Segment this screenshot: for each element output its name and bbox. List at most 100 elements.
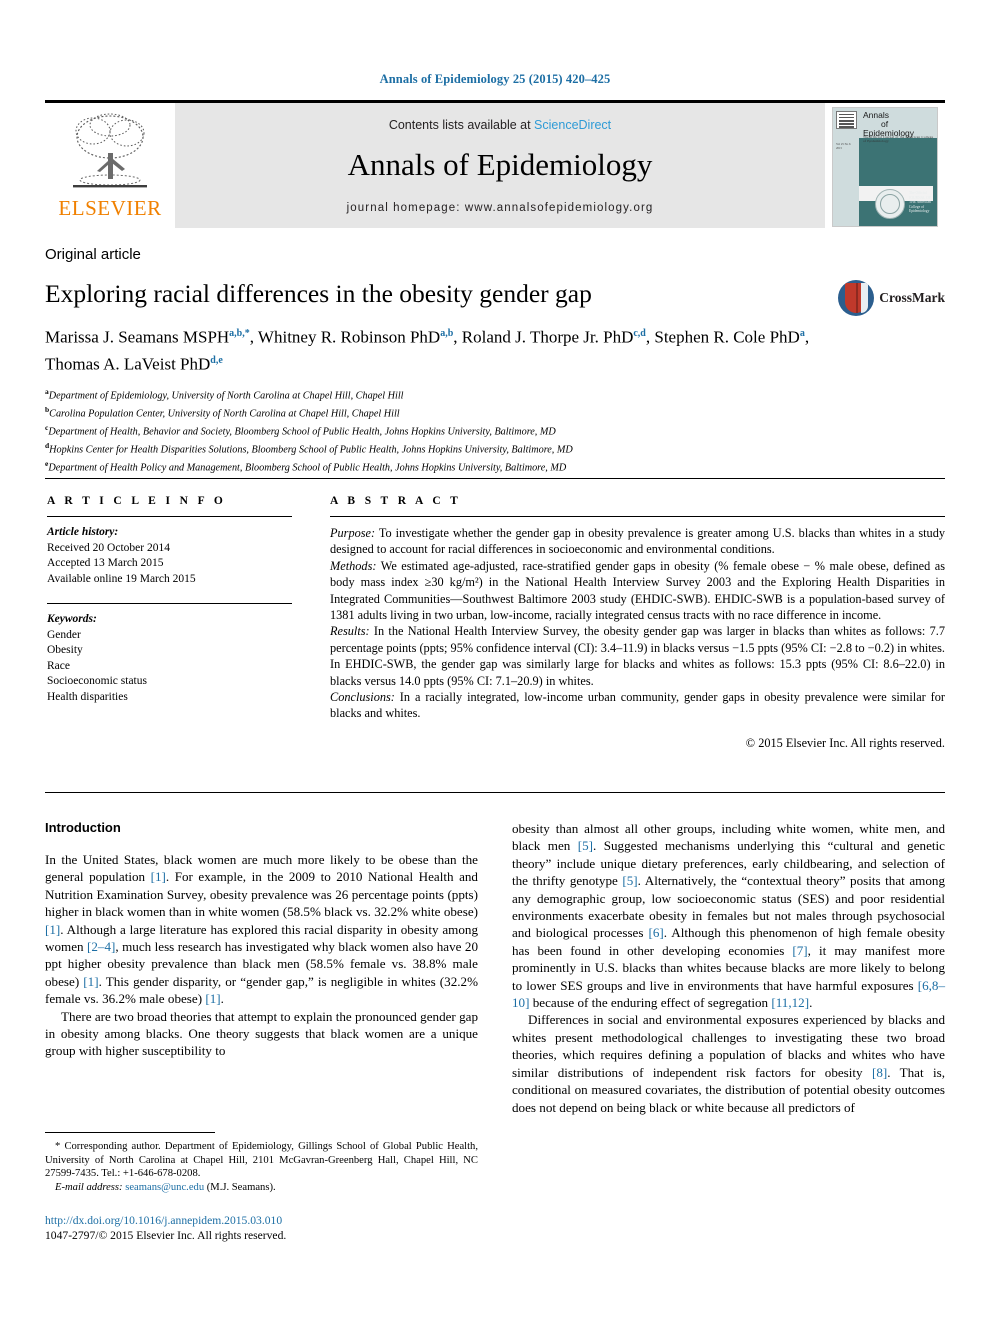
abstract-section-text: We estimated age-adjusted, race-stratifi… <box>330 558 945 623</box>
affiliation-text: Hopkins Center for Health Disparities So… <box>49 444 573 456</box>
abstract-section-text: In a racially integrated, low-income urb… <box>330 690 945 721</box>
abstract-section-label: Results: <box>330 624 370 639</box>
cover-title-line1: Annals <box>863 110 889 120</box>
keyword-item: Obesity <box>47 644 83 656</box>
paper-page: Annals of Epidemiology 25 (2015) 420–425… <box>0 0 990 1320</box>
article-history-lines: Received 20 October 2014 Accepted 13 Marc… <box>47 541 292 588</box>
journal-cover-thumbnail[interactable]: Annals of Epidemiology The Official Jour… <box>825 103 945 228</box>
email-note: E-mail address: seamans@unc.edu (M.J. Se… <box>45 1181 478 1195</box>
journal-masthead: ELSEVIER Contents lists available at Sci… <box>45 100 945 228</box>
footnote-block: * Corresponding author. Department of Ep… <box>45 1140 478 1194</box>
citation-link[interactable]: [11,12] <box>771 995 809 1010</box>
affiliation-text: Department of Epidemiology, University o… <box>48 390 404 402</box>
section-heading-introduction: Introduction <box>45 820 121 835</box>
body-paragraph: obesity than almost all other groups, in… <box>512 821 945 1011</box>
issn-copyright-line: 1047-2797/© 2015 Elsevier Inc. All right… <box>45 1229 287 1242</box>
abstract-rule <box>330 516 945 517</box>
article-history-label: Article history: <box>47 526 119 538</box>
abstract-column: A B S T R A C T Purpose: To investigate … <box>330 495 945 751</box>
journal-band: Contents lists available at ScienceDirec… <box>175 103 825 228</box>
elsevier-logo: ELSEVIER <box>45 103 175 228</box>
abstract-section-text: To investigate whether the gender gap in… <box>330 526 945 557</box>
article-history-item: Accepted 13 March 2015 <box>47 557 164 569</box>
crossmark-label: CrossMark <box>879 290 945 305</box>
affiliation-item: cDepartment of Health, Behavior and Soci… <box>45 421 945 439</box>
body-paragraph: Differences in social and environmental … <box>512 1012 945 1115</box>
citation-link[interactable]: [6,8–10] <box>512 978 945 1010</box>
citation-link[interactable]: [6] <box>648 925 663 940</box>
body-column-right: obesity than almost all other groups, in… <box>512 820 945 1116</box>
elsevier-tree-icon <box>73 113 147 188</box>
right-column-paragraphs: obesity than almost all other groups, in… <box>512 820 945 1116</box>
crossmark-badge[interactable]: CrossMark <box>838 280 945 316</box>
article-type-label: Original article <box>45 246 141 263</box>
affiliation-item: bCarolina Population Center, University … <box>45 403 945 421</box>
cover-art: Annals of Epidemiology The Official Jour… <box>832 107 938 227</box>
abstract-section-text: In the National Health Interview Survey,… <box>330 624 945 688</box>
affiliation-list: aDepartment of Epidemiology, University … <box>45 385 945 475</box>
corresponding-author-note: * Corresponding author. Department of Ep… <box>45 1141 478 1180</box>
affiliation-item: aDepartment of Epidemiology, University … <box>45 385 945 403</box>
cover-subtitle: The Official Journal of the American Col… <box>863 135 934 143</box>
abstract-section: Results: In the National Health Intervie… <box>330 623 945 689</box>
keywords-label: Keywords: <box>47 613 97 625</box>
abstract-section-label: Conclusions: <box>330 690 395 705</box>
cover-volume-text: Vol 25 No 6 2015 <box>836 142 851 150</box>
abstract-bottom-rule <box>45 792 945 793</box>
citation-link[interactable]: [1] <box>151 869 166 884</box>
left-column-paragraphs: In the United States, black women are mu… <box>45 851 478 1060</box>
article-history-item: Available online 19 March 2015 <box>47 572 196 585</box>
cover-seal-icon <box>875 189 905 219</box>
affiliation-text: Carolina Population Center, University o… <box>49 408 400 420</box>
contents-available-line: Contents lists available at ScienceDirec… <box>389 118 611 132</box>
cover-publisher-icon <box>836 111 857 129</box>
body-paragraph: There are two broad theories that attemp… <box>45 1008 478 1059</box>
keywords-rule <box>47 603 292 604</box>
citation-link[interactable]: [5] <box>578 838 593 853</box>
citation-link[interactable]: [7] <box>792 943 807 958</box>
abstract-copyright: © 2015 Elsevier Inc. All rights reserved… <box>745 735 945 750</box>
affiliation-item: eDepartment of Health Policy and Managem… <box>45 457 945 475</box>
keyword-item: Race <box>47 659 70 672</box>
cover-title: Annals of Epidemiology <box>863 111 914 138</box>
sciencedirect-link[interactable]: ScienceDirect <box>534 118 611 132</box>
footnote-rule <box>45 1132 215 1133</box>
keyword-item: Gender <box>47 628 81 641</box>
page-title: Exploring racial differences in the obes… <box>45 279 592 308</box>
elsevier-wordmark: ELSEVIER <box>58 196 162 220</box>
abstract-top-rule <box>45 478 945 479</box>
abstract-section: Purpose: To investigate whether the gend… <box>330 525 945 558</box>
citation-link[interactable]: [1] <box>83 974 98 989</box>
affiliation-item: dHopkins Center for Health Disparities S… <box>45 439 945 457</box>
running-head: Annals of Epidemiology 25 (2015) 420–425 <box>379 72 611 86</box>
body-paragraph: In the United States, black women are mu… <box>45 852 478 1007</box>
abstract-heading: A B S T R A C T <box>330 495 462 507</box>
abstract-section-label: Methods: <box>330 558 377 573</box>
email-label: E-mail address: <box>55 1181 123 1193</box>
affiliation-text: Department of Health, Behavior and Socie… <box>48 426 556 438</box>
keywords-list: Gender Obesity Race Socioeconomic status Hea… <box>47 628 292 706</box>
citation-link[interactable]: [8] <box>872 1065 887 1080</box>
journal-homepage-line: journal homepage: www.annalsofepidemiolo… <box>346 201 654 214</box>
abstract-section: Conclusions: In a racially integrated, l… <box>330 689 945 722</box>
citation-link[interactable]: [1] <box>205 991 220 1006</box>
journal-title: Annals of Epidemiology <box>347 146 653 182</box>
doi-link[interactable]: http://dx.doi.org/10.1016/j.annepidem.20… <box>45 1213 478 1228</box>
citation-link[interactable]: [2–4] <box>87 939 115 954</box>
keyword-item: Health disparities <box>47 690 128 703</box>
doi-block: http://dx.doi.org/10.1016/j.annepidem.20… <box>45 1213 478 1243</box>
body-column-left: Introduction In the United States, black… <box>45 820 478 1116</box>
citation-link[interactable]: [1] <box>45 922 60 937</box>
citation-link[interactable]: [5] <box>622 873 637 888</box>
article-title-block: Original article Exploring racial differ… <box>45 246 945 475</box>
email-suffix: (M.J. Seamans). <box>204 1181 276 1193</box>
crossmark-icon <box>838 280 875 316</box>
cover-seal-text: The Official JOURNAL OF THE American Col… <box>909 191 931 214</box>
article-info-column: A R T I C L E I N F O Article history: R… <box>47 495 292 705</box>
email-link[interactable]: seamans@unc.edu <box>125 1182 204 1193</box>
author-list: Marissa J. Seamans MSPHa,b,*, Whitney R.… <box>45 327 810 374</box>
keywords-block: Keywords: Gender Obesity Race Socioeconomic… <box>47 603 292 705</box>
abstract-section: Methods: We estimated age-adjusted, race… <box>330 558 945 624</box>
affiliation-text: Department of Health Policy and Manageme… <box>48 462 567 474</box>
keyword-item: Socioeconomic status <box>47 675 147 687</box>
